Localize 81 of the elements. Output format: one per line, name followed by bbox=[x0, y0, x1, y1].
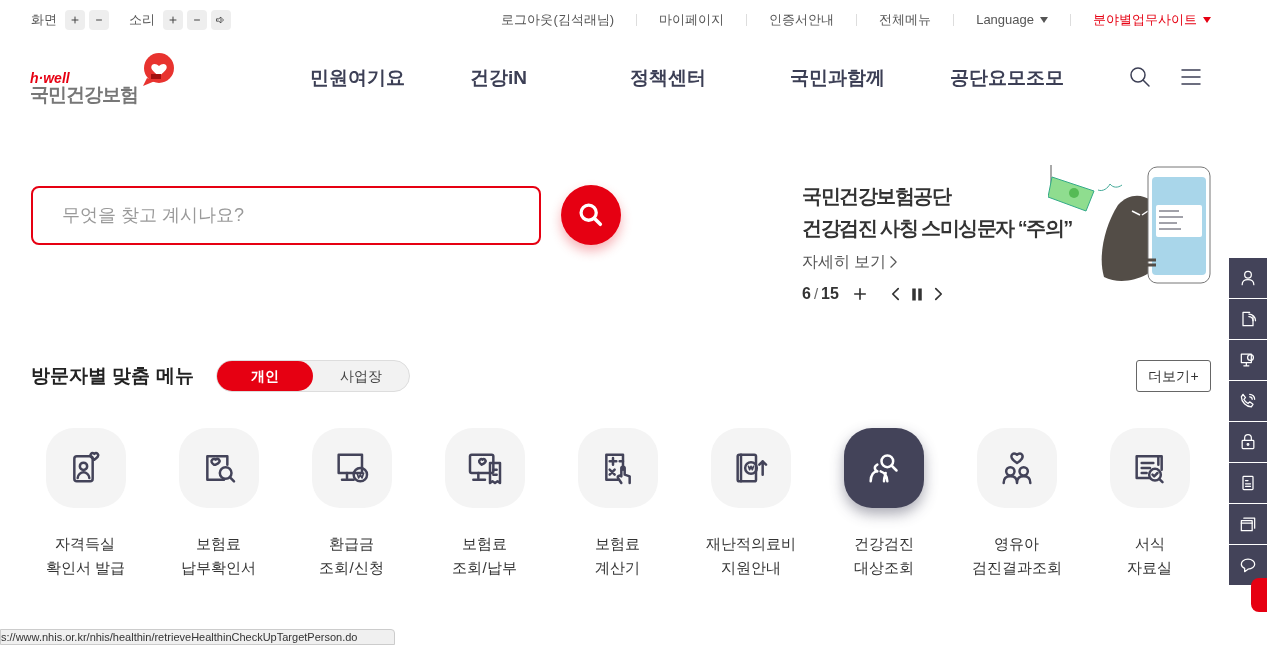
search-field[interactable]: 무엇을 찾고 계시나요? bbox=[31, 186, 541, 245]
visitor-tab[interactable]: 개인 bbox=[216, 361, 313, 391]
menu-label: 조회/납부 bbox=[452, 558, 517, 578]
menu-tile[interactable] bbox=[45, 428, 126, 508]
logo[interactable]: h·well 국민건강보험 bbox=[30, 52, 180, 104]
search-button[interactable] bbox=[1128, 65, 1152, 89]
top-link[interactable]: 인증서안내 bbox=[769, 10, 835, 30]
quick-menu-button[interactable] bbox=[1229, 545, 1267, 585]
more-button[interactable]: 더보기+ bbox=[1136, 360, 1211, 392]
nav-link[interactable]: 건강iN bbox=[470, 64, 527, 93]
menu-label: 검진결과조회 bbox=[971, 558, 1062, 578]
slide-total: 15 bbox=[821, 284, 839, 304]
detail-link[interactable]: 자세히 보기 bbox=[802, 250, 898, 274]
slide-current: 6 bbox=[802, 284, 811, 304]
status-url-tooltip: s://www.nhis.or.kr/nhis/healthin/retrieveHealthinCheckUpTargetPerson.do bbox=[0, 629, 395, 645]
dropdown-icon bbox=[1203, 17, 1211, 23]
dropdown-link[interactable]: Language bbox=[976, 10, 1048, 30]
quick-menu-button[interactable] bbox=[1229, 504, 1267, 544]
quick-menu-button[interactable] bbox=[1229, 340, 1267, 380]
menu-label: 재난적의료비 bbox=[705, 534, 796, 554]
search-submit-button[interactable] bbox=[561, 185, 621, 245]
menu-label: 보험료 bbox=[462, 534, 507, 554]
visitor-tab[interactable]: 사업장 bbox=[312, 361, 409, 391]
menu-tile[interactable] bbox=[178, 428, 259, 508]
pause-icon bbox=[911, 287, 922, 301]
menu-tile[interactable] bbox=[577, 428, 658, 508]
menu-tile[interactable] bbox=[444, 428, 525, 508]
plus-icon bbox=[167, 14, 179, 26]
slide-separator: / bbox=[813, 283, 819, 304]
nav-link[interactable]: 국민과함께 bbox=[790, 64, 885, 93]
quick-menu-button[interactable] bbox=[1229, 381, 1267, 421]
menu-label: 확인서 발급 bbox=[45, 558, 126, 578]
logo-tagline: h·well bbox=[30, 71, 71, 85]
menu-label: 납부확인서 bbox=[181, 558, 256, 578]
banner-title: 건강검진 사칭 스미싱문자 “주의” bbox=[802, 216, 1072, 241]
quick-menu-button[interactable] bbox=[1229, 422, 1267, 462]
menu-label: 조회/신청 bbox=[319, 558, 384, 578]
menu-label: 지원안내 bbox=[720, 558, 781, 578]
speaker-button[interactable] bbox=[211, 10, 231, 30]
nav-link[interactable]: 정책센터 bbox=[630, 64, 706, 93]
menu-tile[interactable] bbox=[843, 428, 924, 508]
control-label: 소리 bbox=[129, 11, 155, 30]
menu-label: 환급금 bbox=[329, 534, 374, 554]
menu-label: 영유아 bbox=[994, 534, 1039, 554]
menu-tile[interactable] bbox=[710, 428, 791, 508]
nav-link[interactable]: 공단요모조모 bbox=[950, 64, 1064, 93]
menu-tile[interactable] bbox=[976, 428, 1057, 508]
quick-menu-button[interactable] bbox=[1229, 258, 1267, 298]
chevron-right-icon bbox=[933, 287, 943, 301]
menu-label: 계산기 bbox=[595, 558, 640, 578]
menu-label: 서식 bbox=[1134, 534, 1165, 554]
quick-menu-button[interactable] bbox=[1229, 299, 1267, 339]
zoom-in-button[interactable] bbox=[163, 10, 183, 30]
menu-label: 대상조회 bbox=[853, 558, 914, 578]
search-icon bbox=[1128, 65, 1152, 89]
top-link[interactable]: 마이페이지 bbox=[659, 10, 725, 30]
next-button[interactable] bbox=[933, 287, 943, 301]
menu-tile[interactable] bbox=[1109, 428, 1190, 508]
chevron-left-icon bbox=[890, 287, 900, 301]
pause-button[interactable] bbox=[911, 287, 922, 301]
menu-label: 자격득실 bbox=[55, 534, 116, 554]
control-label: 화면 bbox=[31, 11, 57, 30]
search-icon bbox=[577, 201, 605, 229]
section-title: 방문자별 맞춤 메뉴 bbox=[31, 363, 194, 388]
dropdown-icon bbox=[1040, 17, 1048, 23]
banner-title: 국민건강보험공단 bbox=[802, 184, 952, 209]
menu-label: 보험료 bbox=[595, 534, 640, 554]
menu-label: 건강검진 bbox=[853, 534, 914, 554]
logo-name: 국민건강보험 bbox=[30, 85, 138, 104]
menu-tile[interactable] bbox=[311, 428, 392, 508]
quick-menu-button[interactable] bbox=[1229, 463, 1267, 503]
top-link[interactable]: 로그아웃(김석래님) bbox=[501, 10, 615, 30]
top-link[interactable]: 전체메뉴 bbox=[879, 10, 932, 30]
dropdown-link[interactable]: 분야별업무사이트 bbox=[1093, 10, 1211, 30]
menu-label: 보험료 bbox=[196, 534, 241, 554]
menu-label: 자료실 bbox=[1127, 558, 1172, 578]
chevron-right-icon bbox=[890, 256, 898, 268]
nav-link[interactable]: 민원여기요 bbox=[310, 64, 405, 93]
plus-icon bbox=[69, 14, 81, 26]
previous-button[interactable] bbox=[890, 287, 900, 301]
zoom-in-button[interactable] bbox=[65, 10, 85, 30]
